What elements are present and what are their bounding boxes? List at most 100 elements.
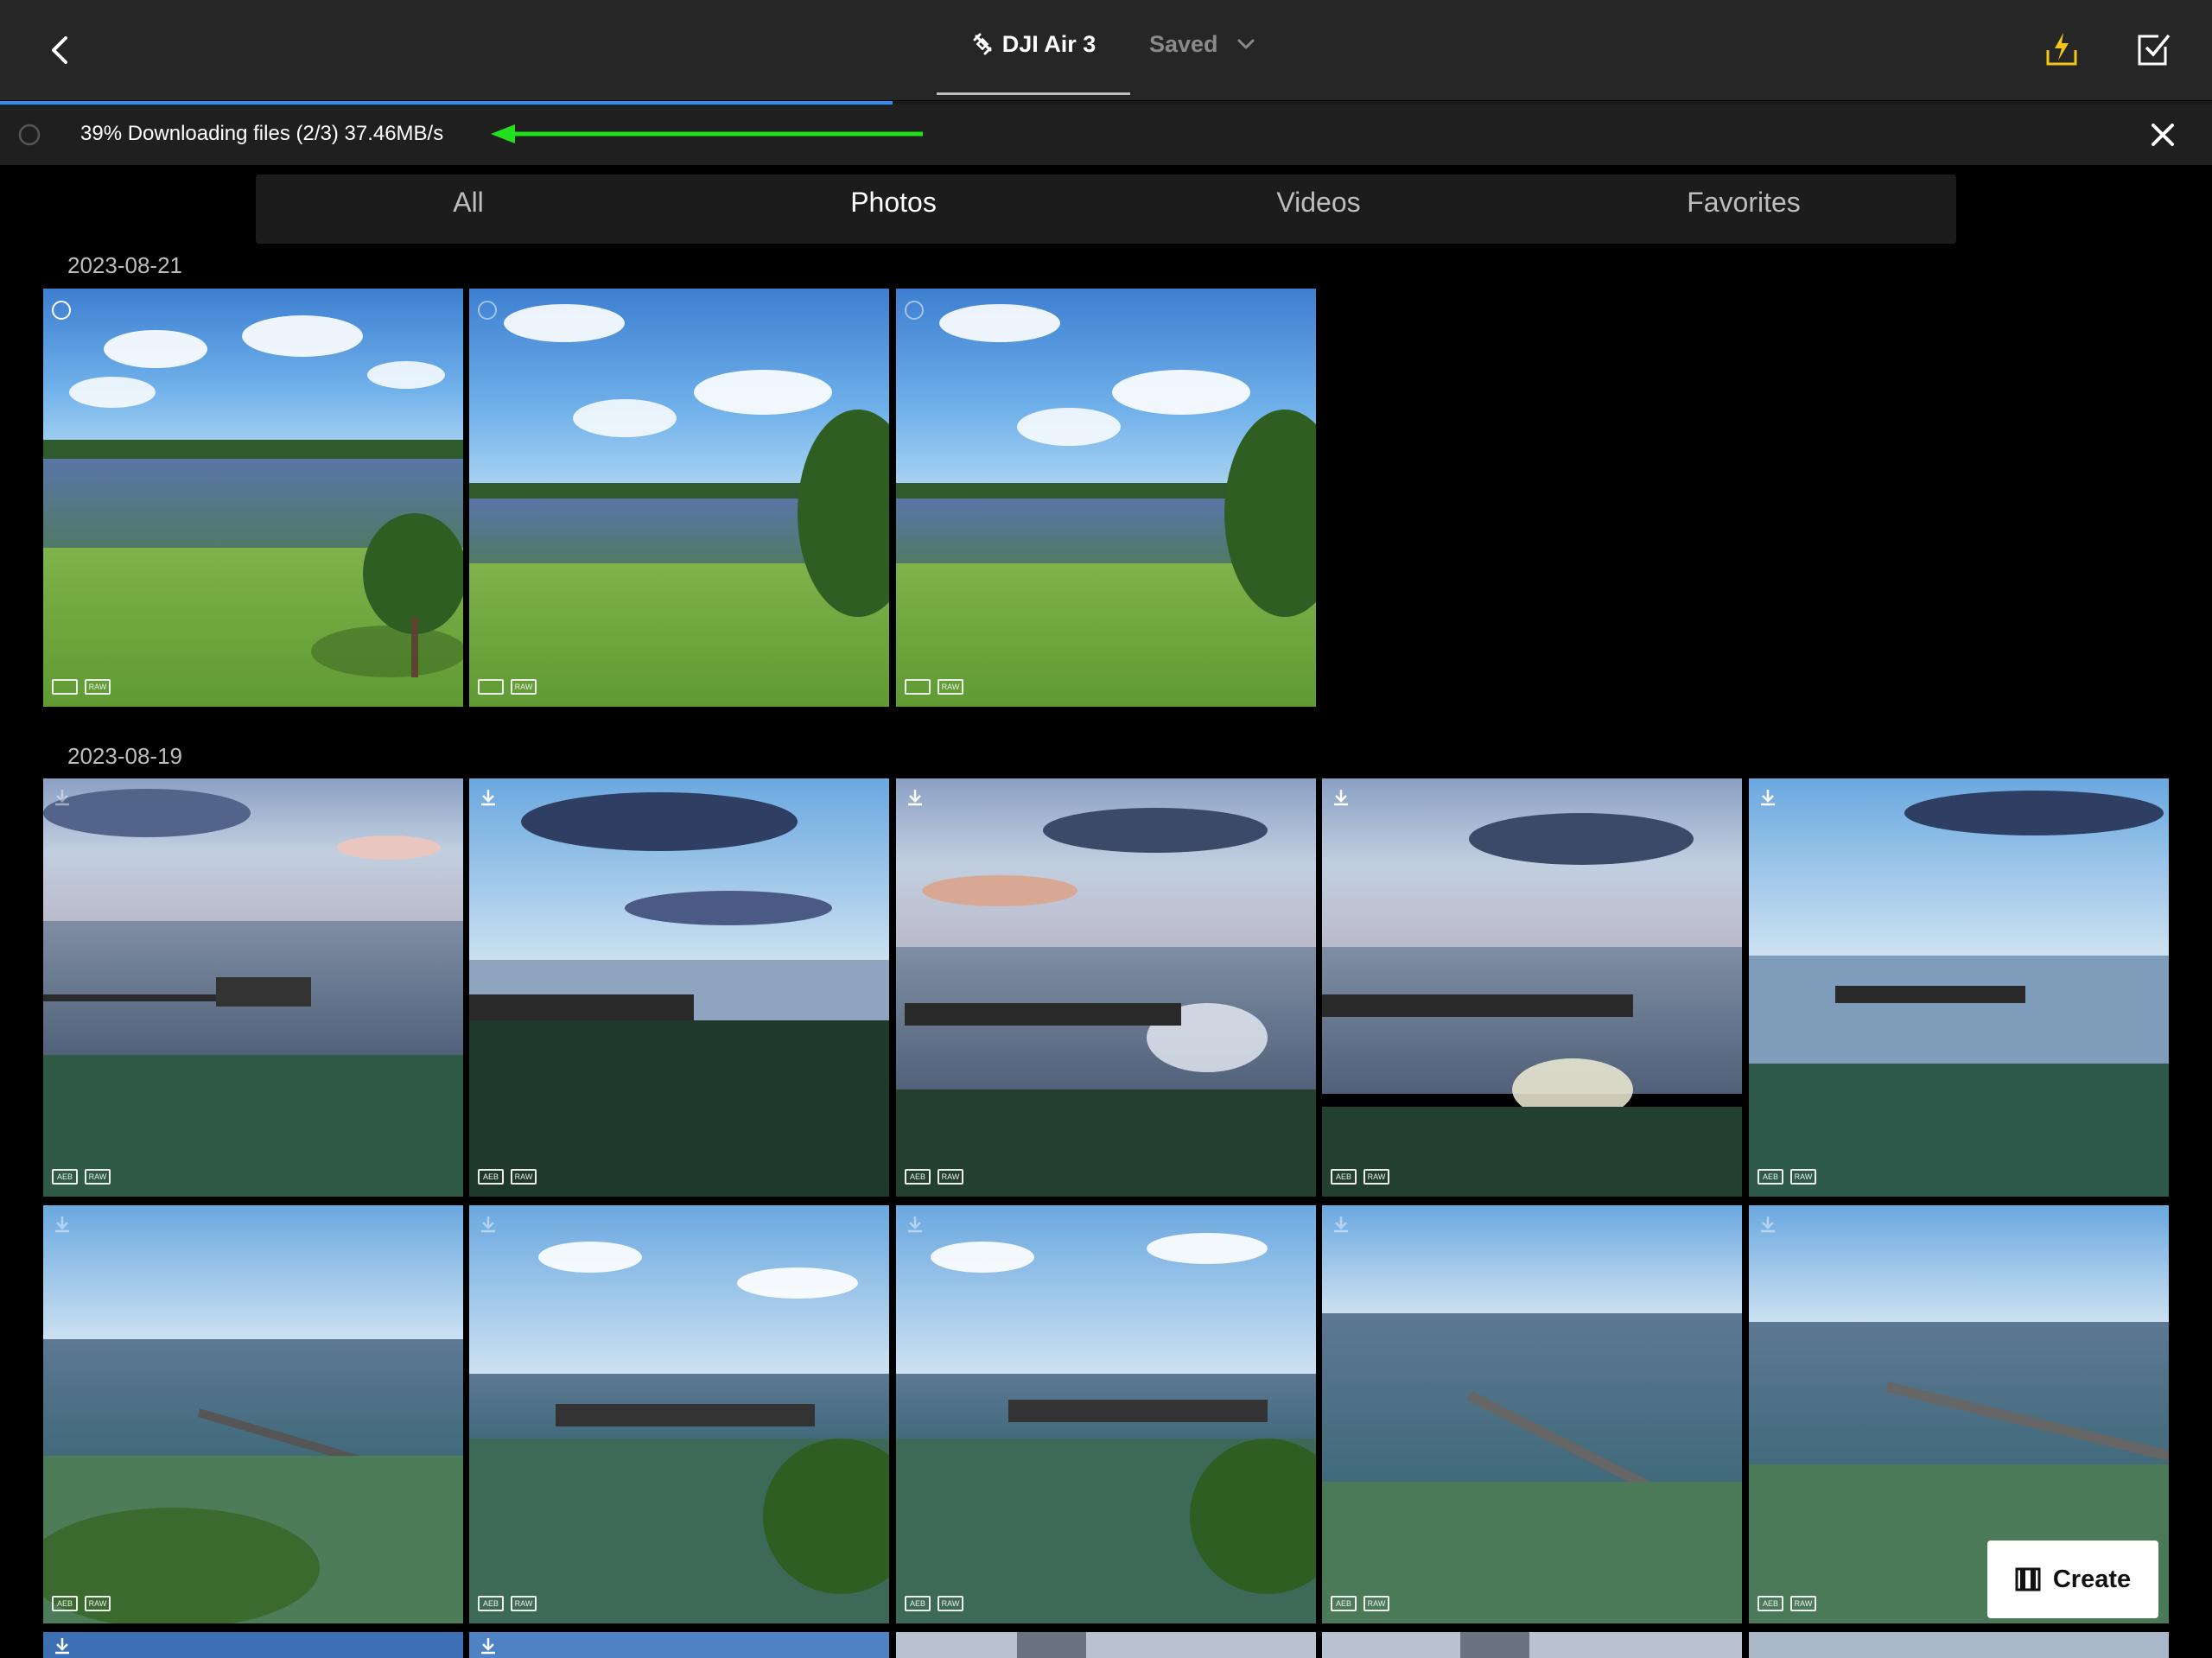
photo-thumbnail[interactable]: AEB RAW	[43, 1205, 463, 1623]
photo-thumbnail[interactable]	[1322, 1632, 1742, 1658]
raw-badge: RAW	[1363, 1169, 1389, 1185]
select-circle-icon[interactable]	[52, 301, 71, 320]
photo-image	[43, 289, 463, 707]
loading-spinner-icon	[18, 124, 41, 146]
photo-image	[1749, 778, 2169, 1197]
download-icon[interactable]	[52, 1636, 73, 1656]
photo-image	[1322, 778, 1742, 1197]
photo-thumbnail[interactable]: RAW	[43, 289, 463, 707]
download-icon[interactable]	[1758, 1214, 1778, 1235]
photo-thumbnail[interactable]: AEB RAW	[469, 1205, 889, 1623]
photo-thumbnail[interactable]: AEB RAW	[896, 778, 1316, 1197]
tab-photos[interactable]: Photos	[681, 175, 1106, 244]
photo-image	[469, 778, 889, 1197]
photo-thumbnail[interactable]: AEB RAW	[896, 1205, 1316, 1623]
photo-thumbnail[interactable]: RAW	[896, 289, 1316, 707]
photo-image	[43, 1632, 463, 1658]
aeb-badge: AEB	[52, 1596, 78, 1611]
photo-thumbnail[interactable]: AEB RAW	[1322, 1205, 1742, 1623]
checkbox-icon	[2138, 34, 2171, 66]
download-icon[interactable]	[52, 787, 73, 808]
raw-badge: RAW	[1790, 1596, 1816, 1611]
photo-image	[469, 1632, 889, 1658]
photo-thumbnail[interactable]: RAW	[469, 289, 889, 707]
select-circle-icon[interactable]	[478, 301, 497, 320]
download-icon[interactable]	[1331, 787, 1351, 808]
download-icon[interactable]	[478, 787, 499, 808]
photo-image	[469, 289, 889, 707]
download-icon[interactable]	[1331, 1214, 1351, 1235]
file-type-badges: AEB RAW	[1331, 1169, 1389, 1185]
aeb-badge: AEB	[1758, 1169, 1783, 1185]
photo-thumbnail[interactable]: AEB RAW	[1749, 778, 2169, 1197]
photo-image	[1749, 1632, 2169, 1658]
file-type-badges: RAW	[905, 679, 963, 695]
photo-image	[896, 289, 1316, 707]
raw-badge: RAW	[511, 1596, 537, 1611]
photo-thumbnail[interactable]: AEB RAW	[1322, 778, 1742, 1197]
quick-transfer-button[interactable]	[2044, 31, 2079, 67]
photo-image	[896, 1205, 1316, 1623]
photo-thumbnail[interactable]	[896, 1632, 1316, 1658]
download-status-bar: 39% Downloading files (2/3) 37.46MB/s	[0, 105, 2212, 165]
file-type-badges: AEB RAW	[52, 1169, 111, 1185]
aeb-badge: AEB	[1331, 1596, 1357, 1611]
select-circle-icon[interactable]	[905, 301, 924, 320]
raw-badge: RAW	[1790, 1169, 1816, 1185]
arrow-annotation	[491, 124, 923, 143]
aeb-badge: AEB	[478, 1596, 504, 1611]
chevron-left-icon	[52, 36, 67, 64]
tab-videos[interactable]: Videos	[1106, 175, 1531, 244]
raw-badge: RAW	[85, 1169, 111, 1185]
raw-badge: RAW	[85, 679, 111, 695]
raw-badge: RAW	[1363, 1596, 1389, 1611]
tab-device[interactable]: DJI Air 3	[937, 0, 1130, 95]
file-type-badges: AEB RAW	[1758, 1169, 1816, 1185]
photo-thumbnail[interactable]	[43, 1632, 463, 1658]
photo-image	[43, 1205, 463, 1623]
photo-thumbnail[interactable]: AEB RAW	[469, 778, 889, 1197]
close-icon[interactable]	[2148, 120, 2177, 149]
select-mode-button[interactable]	[2136, 31, 2172, 67]
download-status-text: 39% Downloading files (2/3) 37.46MB/s	[80, 122, 444, 145]
aeb-badge: AEB	[1758, 1596, 1783, 1611]
download-icon[interactable]	[905, 787, 925, 808]
lightning-icon	[2046, 33, 2077, 66]
create-button[interactable]: Create	[1987, 1540, 2158, 1618]
device-tab-label: DJI Air 3	[1001, 31, 1096, 57]
download-icon[interactable]	[478, 1214, 499, 1235]
tab-favorites[interactable]: Favorites	[1531, 175, 1956, 244]
raw-badge: RAW	[85, 1596, 111, 1611]
media-filter-tabs: All Photos Videos Favorites	[256, 175, 1956, 244]
section-date: 2023-08-21	[67, 252, 182, 278]
photo-thumbnail[interactable]: AEB RAW	[43, 778, 463, 1197]
photo-image	[1322, 1205, 1742, 1623]
raw-badge: RAW	[938, 679, 963, 695]
raw-badge: RAW	[511, 1169, 537, 1185]
aeb-badge: AEB	[905, 1596, 931, 1611]
active-tab-indicator	[937, 92, 1130, 95]
saved-tab-label: Saved	[1149, 31, 1218, 57]
file-type-badges: RAW	[52, 679, 111, 695]
image-icon	[52, 679, 78, 695]
create-button-label: Create	[2052, 1565, 2132, 1593]
download-icon[interactable]	[1758, 787, 1778, 808]
image-icon	[478, 679, 504, 695]
photo-thumbnail[interactable]	[469, 1632, 889, 1658]
file-type-badges: AEB RAW	[1331, 1596, 1389, 1611]
image-icon	[905, 679, 931, 695]
top-bar: DJI Air 3 Saved	[0, 0, 2212, 100]
file-type-badges: RAW	[478, 679, 537, 695]
raw-badge: RAW	[938, 1596, 963, 1611]
photo-thumbnail[interactable]	[1749, 1632, 2169, 1658]
download-icon[interactable]	[478, 1636, 499, 1656]
download-icon[interactable]	[905, 1214, 925, 1235]
tab-all[interactable]: All	[256, 175, 681, 244]
photo-image	[43, 778, 463, 1197]
back-button[interactable]	[41, 26, 79, 74]
file-type-badges: AEB RAW	[905, 1596, 963, 1611]
photo-image	[469, 1205, 889, 1623]
download-icon[interactable]	[52, 1214, 73, 1235]
photo-image	[896, 778, 1316, 1197]
tab-saved[interactable]: Saved	[1149, 31, 1255, 66]
